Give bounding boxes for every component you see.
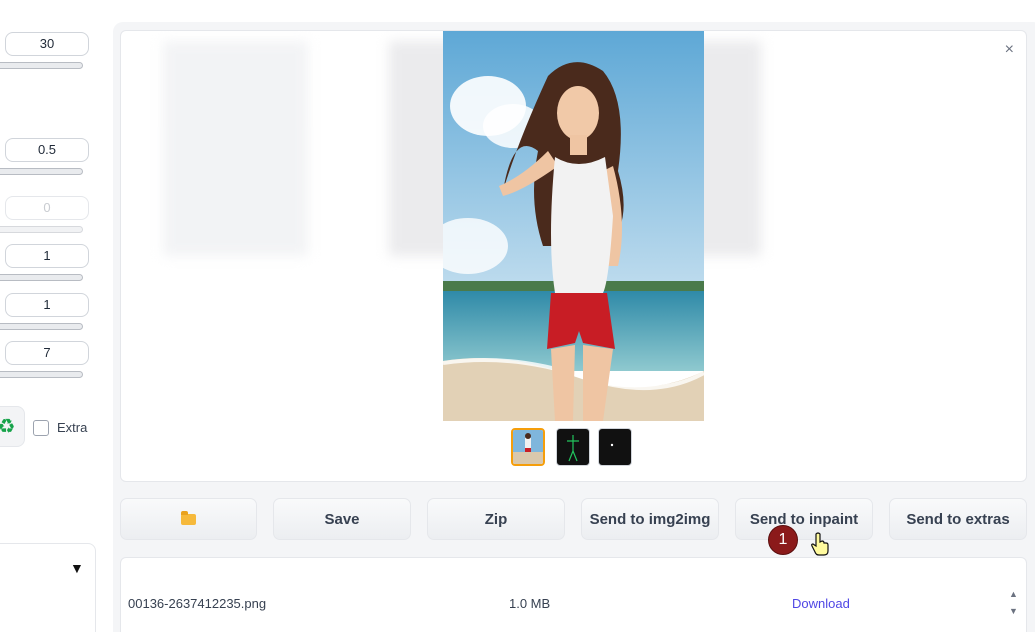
steps-input[interactable]: 30: [5, 32, 89, 56]
mask-thumbnail: [610, 443, 614, 447]
thumbnail-result[interactable]: [511, 428, 545, 466]
close-icon[interactable]: ×: [1005, 41, 1014, 59]
beach-portrait-image: [443, 31, 704, 421]
recycle-icon: ♻: [0, 416, 16, 438]
step-badge: 1: [768, 525, 798, 555]
send-to-inpaint-button[interactable]: Send to inpaint: [735, 498, 873, 540]
cfg-scale-slider[interactable]: [0, 371, 83, 378]
batch-count-slider[interactable]: [0, 274, 83, 281]
denoise-input[interactable]: 0.5: [5, 138, 89, 162]
batch-count-input[interactable]: 1: [5, 244, 89, 268]
scroll-up-icon[interactable]: ▲: [1009, 589, 1018, 599]
cfg-scale-input[interactable]: 7: [5, 341, 89, 365]
file-list: [120, 557, 1027, 632]
collapsible-section[interactable]: ▼: [0, 543, 96, 632]
thumbnail-mask[interactable]: [598, 428, 632, 466]
file-size: 1.0 MB: [509, 596, 551, 611]
thumbnail-openpose[interactable]: [556, 428, 590, 466]
send-to-img2img-button[interactable]: Send to img2img: [581, 498, 719, 540]
open-folder-button[interactable]: [120, 498, 257, 540]
caret-down-icon[interactable]: ▼: [70, 560, 84, 576]
extra-checkbox[interactable]: [33, 420, 49, 436]
steps-slider[interactable]: [0, 62, 83, 69]
image-gallery: ×: [120, 30, 1027, 482]
file-name: 00136-2637412235.png: [128, 596, 267, 611]
save-button[interactable]: Save: [273, 498, 411, 540]
batch-size-slider[interactable]: [0, 323, 83, 330]
batch-size-input[interactable]: 1: [5, 293, 89, 317]
thumbnail-image: [513, 430, 543, 464]
reuse-seed-button[interactable]: ♻: [0, 406, 25, 447]
disabled-slider[interactable]: [0, 226, 83, 233]
folder-icon: [181, 510, 196, 525]
zip-button[interactable]: Zip: [427, 498, 565, 540]
disabled-input[interactable]: 0: [5, 196, 89, 220]
download-link[interactable]: Download: [792, 596, 850, 611]
hand-pointer-icon: [811, 532, 829, 556]
pose-skeleton-thumbnail: [567, 435, 579, 462]
scroll-down-icon[interactable]: ▼: [1009, 606, 1018, 616]
blurred-background-image: [163, 41, 308, 256]
denoise-slider[interactable]: [0, 168, 83, 175]
generated-image-preview[interactable]: [443, 31, 704, 421]
webui-screen: 30 0.5 0 1 1 7 ♻ Extra ▼ × Save Zip Send…: [0, 0, 1035, 632]
extra-label: Extra: [57, 420, 88, 435]
send-to-extras-button[interactable]: Send to extras: [889, 498, 1027, 540]
